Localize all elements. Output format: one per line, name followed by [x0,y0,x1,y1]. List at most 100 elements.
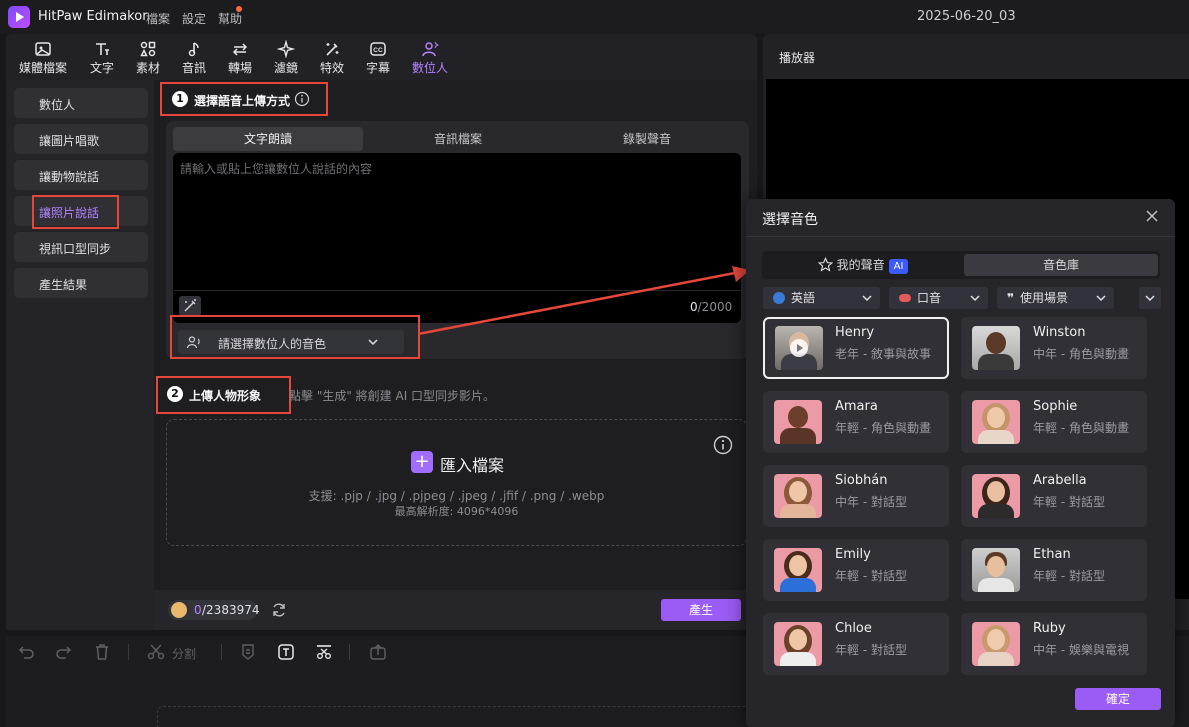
elements-icon [140,41,156,57]
max-resolution: 最高解析度: 4096*4096 [394,505,519,518]
confirm-button[interactable]: 確定 [1075,688,1161,710]
timeline-drop-track[interactable] [157,706,757,727]
app-logo-icon [8,6,30,28]
sidebar-item-results[interactable]: 產生結果 [14,268,148,298]
voice-card-chloe[interactable]: Chloe 年輕 - 對話型 [763,613,949,675]
sidebar-item-sing-picture[interactable]: 讓圖片唱歌 [14,124,148,154]
annotation-arrow [417,266,750,336]
voice-select-label: 請選擇數位人的音色 [218,337,327,351]
voice-name: Winston [1033,325,1086,340]
tool-transition-label: 轉場 [227,61,252,75]
tool-audio-label: 音訊 [181,61,206,75]
tab-voice-library[interactable]: 音色庫 [964,254,1158,276]
sidebar-item-talking-animal[interactable]: 讓動物說話 [14,160,148,190]
text-box-icon[interactable] [276,642,296,662]
avatar [972,326,1020,370]
app-name: HitPaw Edimakor [38,9,148,24]
avatar [972,622,1020,666]
avatar-face [789,629,807,650]
import-file-button[interactable]: + 匯入檔案 [411,451,504,475]
voice-card-emily[interactable]: Emily 年輕 - 對話型 [763,539,949,601]
avatar-face [987,556,1005,577]
sidebar-item-digital-human[interactable]: 數位人 [14,88,148,118]
voice-desc: 老年 - 敘事與故事 [835,347,931,361]
avatar-body [978,578,1014,592]
upload-dropzone[interactable] [166,419,747,546]
avatar-face [789,481,807,502]
filter-sparkle-icon [277,40,295,58]
tool-text[interactable]: 文字 [77,38,127,78]
voice-desc: 中年 - 對話型 [835,495,907,509]
toolbar-divider [128,644,129,660]
generate-button[interactable]: 產生 [661,599,741,621]
tool-transition[interactable]: 轉場 [215,38,265,78]
voice-card-ethan[interactable]: Ethan 年輕 - 對話型 [961,539,1147,601]
filter-more-button[interactable] [1139,287,1161,309]
delete-icon[interactable] [92,642,112,662]
voice-name: Siobhán [835,473,888,488]
step2-title: 上傳人物形象 [189,389,262,403]
globe-icon [773,292,785,304]
mouth-icon [899,294,911,302]
avatar [774,622,822,666]
magic-wand-icon[interactable] [179,296,201,316]
crop-cut-icon[interactable] [314,642,334,662]
split-label[interactable]: 分割 [172,645,196,662]
tool-digital-human[interactable]: 數位人 [405,38,455,78]
chevron-down-icon [1145,295,1155,302]
tool-elements-label: 素材 [135,61,160,75]
tab-audio-file[interactable]: 音訊檔案 [363,127,553,151]
avatar-body [978,354,1014,370]
star-icon [817,257,833,272]
chevron-down-icon [970,295,980,302]
tab-text-to-speech[interactable]: 文字朗讀 [173,127,363,151]
sidebar-item-lip-sync[interactable]: 視訊口型同步 [14,232,148,262]
scissors-icon[interactable] [146,642,166,662]
tool-subtitle[interactable]: CC 字幕 [353,38,403,78]
tab-record-voice[interactable]: 錄製聲音 [553,127,741,151]
tool-audio[interactable]: 音訊 [169,38,219,78]
upload-info-icon[interactable] [713,435,733,455]
voice-select-dropdown[interactable]: 請選擇數位人的音色 [178,330,404,354]
transition-icon [232,43,248,56]
export-icon[interactable] [368,642,388,662]
voice-name: Chloe [835,621,872,636]
chevron-down-icon [368,339,378,346]
tab-my-voice[interactable]: 我的聲音 AI [765,254,961,276]
voice-desc: 年輕 - 角色與動畫 [1033,421,1129,435]
voice-card-sophie[interactable]: Sophie 年輕 - 角色與動畫 [961,391,1147,453]
filter-accent[interactable]: 口音 [889,287,988,309]
tool-elements[interactable]: 素材 [123,38,173,78]
avatar-body [780,428,816,444]
chevron-down-icon [862,295,872,302]
redo-icon[interactable] [54,642,74,662]
avatar-face [987,407,1005,428]
voice-name: Ethan [1033,547,1071,562]
tool-effects[interactable]: 特效 [307,38,357,78]
avatar [972,474,1020,518]
speech-text-placeholder: 請輸入或貼上您讓數位人說話的內容 [180,162,373,176]
refresh-icon[interactable] [270,601,288,619]
step1-number: 1 [172,91,188,107]
filter-language[interactable]: 英語 [763,287,880,309]
undo-icon[interactable] [16,642,36,662]
tool-media[interactable]: 媒體檔案 [17,38,69,78]
voice-card-amara[interactable]: Amara 年輕 - 角色與動畫 [763,391,949,453]
menu-help[interactable]: 幫助 [218,10,242,27]
voice-card-henry[interactable]: Henry 老年 - 敘事與故事 [763,317,949,379]
highlight-box-talking-photo [32,195,119,229]
info-icon[interactable] [294,91,310,107]
voice-card-siobhan[interactable]: Siobhán 中年 - 對話型 [763,465,949,527]
voice-card-arabella[interactable]: Arabella 年輕 - 對話型 [961,465,1147,527]
close-icon[interactable] [1145,209,1159,223]
avatar-face [789,555,807,576]
marker-icon[interactable] [238,642,258,662]
voice-desc: 年輕 - 對話型 [1033,495,1105,509]
tool-filter[interactable]: 濾鏡 [261,38,311,78]
menu-settings[interactable]: 設定 [182,10,206,27]
filter-scenario[interactable]: ❞ 使用場景 [997,287,1114,309]
menu-file[interactable]: 檔案 [146,10,170,27]
svg-text:CC: CC [373,47,383,54]
voice-card-ruby[interactable]: Ruby 中年 - 娛樂與電視 [961,613,1147,675]
voice-card-winston[interactable]: Winston 中年 - 角色與動畫 [961,317,1147,379]
